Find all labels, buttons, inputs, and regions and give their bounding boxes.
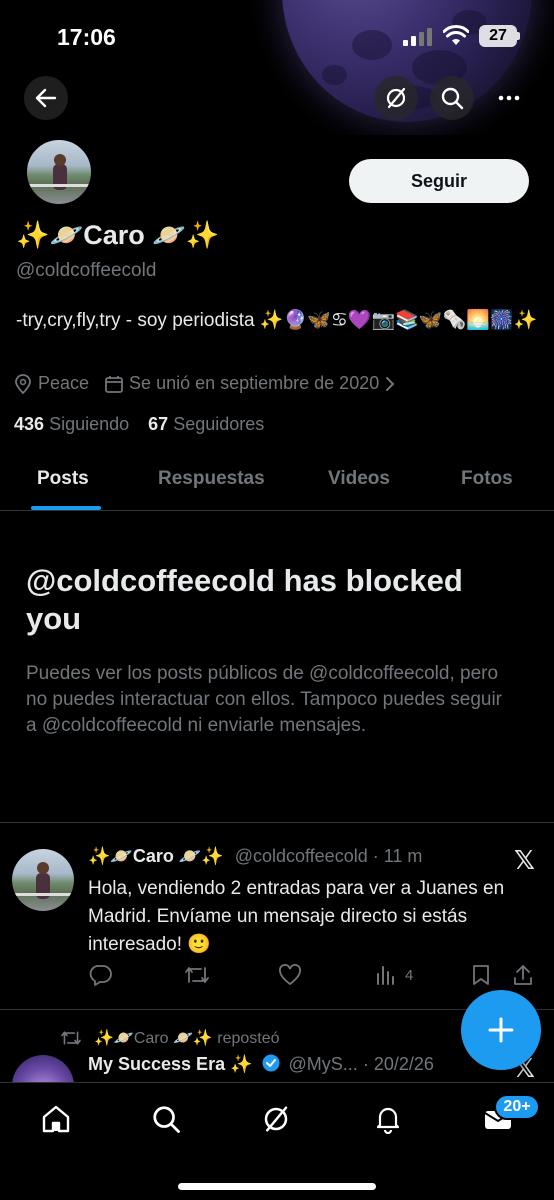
display-name: ✨🪐Caro 🪐✨ bbox=[16, 220, 220, 250]
profile-banner[interactable] bbox=[0, 0, 554, 135]
follow-stats: 436 Siguiendo 67 Seguidores bbox=[14, 414, 264, 435]
more-icon bbox=[498, 95, 520, 101]
followers-label: Seguidores bbox=[173, 414, 265, 434]
repost-button[interactable] bbox=[184, 964, 210, 986]
bookmark-button[interactable] bbox=[471, 964, 491, 986]
profile-bio: -try,cry,fly,try - soy periodista ✨🔮🦋♋💜📷… bbox=[16, 310, 538, 331]
post-handle[interactable]: @coldcoffeecold bbox=[235, 846, 368, 866]
profile-avatar[interactable] bbox=[24, 137, 94, 207]
grok-icon bbox=[386, 87, 406, 109]
search-button[interactable] bbox=[430, 76, 474, 120]
search-icon bbox=[441, 87, 464, 110]
repost-icon bbox=[61, 1031, 81, 1045]
share-button[interactable] bbox=[513, 964, 533, 986]
like-button[interactable] bbox=[278, 964, 302, 986]
nav-home[interactable] bbox=[36, 1099, 76, 1139]
views-button[interactable]: 4 bbox=[375, 964, 413, 986]
x-logo-icon: 𝕏 bbox=[514, 845, 535, 875]
repost-indicator: ✨🪐Caro 🪐✨ reposteó bbox=[60, 1028, 280, 1048]
blocked-title: @coldcoffeecold has blocked you bbox=[26, 563, 463, 636]
post-time[interactable]: · 20/2/26 bbox=[363, 1054, 434, 1074]
calendar-icon bbox=[105, 375, 123, 393]
bookmark-icon bbox=[473, 965, 489, 985]
tab-posts[interactable]: Posts bbox=[37, 468, 89, 490]
followers-link[interactable]: 67 Seguidores bbox=[148, 414, 264, 434]
active-tab-indicator bbox=[31, 506, 101, 510]
plus-icon bbox=[488, 1017, 514, 1043]
reply-button[interactable] bbox=[88, 964, 112, 986]
post-author[interactable]: ✨🪐Caro 🪐✨ bbox=[88, 846, 224, 866]
post-actions: 4 bbox=[88, 964, 532, 992]
post-text[interactable]: Hola, vendiendo 2 entradas para ver a Ju… bbox=[88, 875, 528, 959]
tab-videos[interactable]: Videos bbox=[328, 468, 390, 490]
back-button[interactable] bbox=[24, 76, 68, 120]
post-header: ✨🪐Caro 🪐✨ @coldcoffeecold · 11 m bbox=[88, 846, 422, 867]
battery-tip bbox=[517, 32, 520, 40]
divider bbox=[0, 822, 554, 823]
views-icon bbox=[377, 966, 394, 985]
signal-icon bbox=[403, 28, 432, 46]
repost-icon bbox=[185, 967, 209, 983]
wifi-icon bbox=[443, 25, 469, 45]
like-icon bbox=[279, 964, 301, 986]
home-indicator[interactable] bbox=[178, 1183, 376, 1190]
back-icon bbox=[35, 88, 57, 108]
location-text: Peace bbox=[38, 373, 90, 393]
compose-button[interactable] bbox=[461, 990, 541, 1070]
post-avatar[interactable] bbox=[12, 849, 74, 911]
blocked-body: Puedes ver los posts públicos de @coldco… bbox=[26, 663, 503, 736]
tab-respuestas[interactable]: Respuestas bbox=[158, 468, 265, 490]
nav-search[interactable] bbox=[146, 1099, 186, 1139]
views-count: 4 bbox=[405, 966, 414, 984]
share-icon bbox=[514, 965, 532, 985]
profile-handle: @coldcoffeecold bbox=[16, 260, 157, 281]
post-header: My Success Era ✨ @MyS... · 20/2/26 bbox=[88, 1054, 434, 1075]
post-handle[interactable]: @MyS... bbox=[289, 1054, 358, 1074]
location-icon bbox=[14, 373, 32, 394]
post-author[interactable]: My Success Era ✨ bbox=[88, 1054, 253, 1074]
more-button[interactable] bbox=[487, 76, 531, 120]
followers-count: 67 bbox=[148, 414, 169, 434]
search-icon bbox=[153, 1106, 180, 1133]
nav-notifications[interactable] bbox=[368, 1099, 408, 1139]
messages-badge: 20+ bbox=[494, 1094, 540, 1120]
grok-button[interactable] bbox=[374, 76, 418, 120]
following-count: 436 bbox=[14, 414, 45, 434]
grok-icon bbox=[264, 1106, 288, 1132]
verified-icon bbox=[262, 1054, 280, 1072]
repost-by-text[interactable]: ✨🪐Caro 🪐✨ reposteó bbox=[94, 1028, 280, 1048]
home-icon bbox=[42, 1105, 70, 1133]
joined-date[interactable]: Se unió en septiembre de 2020 bbox=[129, 373, 379, 394]
tab-fotos[interactable]: Fotos bbox=[461, 468, 513, 490]
status-time: 17:06 bbox=[57, 24, 116, 50]
post-time[interactable]: · 11 m bbox=[373, 846, 423, 866]
follow-button[interactable]: Seguir bbox=[349, 159, 529, 203]
chevron-right-icon[interactable] bbox=[385, 376, 395, 392]
nav-grok[interactable] bbox=[256, 1099, 296, 1139]
following-label: Siguiendo bbox=[49, 414, 130, 434]
reply-icon bbox=[89, 965, 112, 986]
battery-indicator: 27 bbox=[479, 25, 517, 47]
profile-tabs: Posts Respuestas Videos Fotos bbox=[0, 455, 554, 511]
profile-meta: Peace Se unió en septiembre de 2020 bbox=[14, 373, 401, 394]
following-link[interactable]: 436 Siguiendo bbox=[14, 414, 129, 434]
notifications-icon bbox=[376, 1107, 400, 1134]
